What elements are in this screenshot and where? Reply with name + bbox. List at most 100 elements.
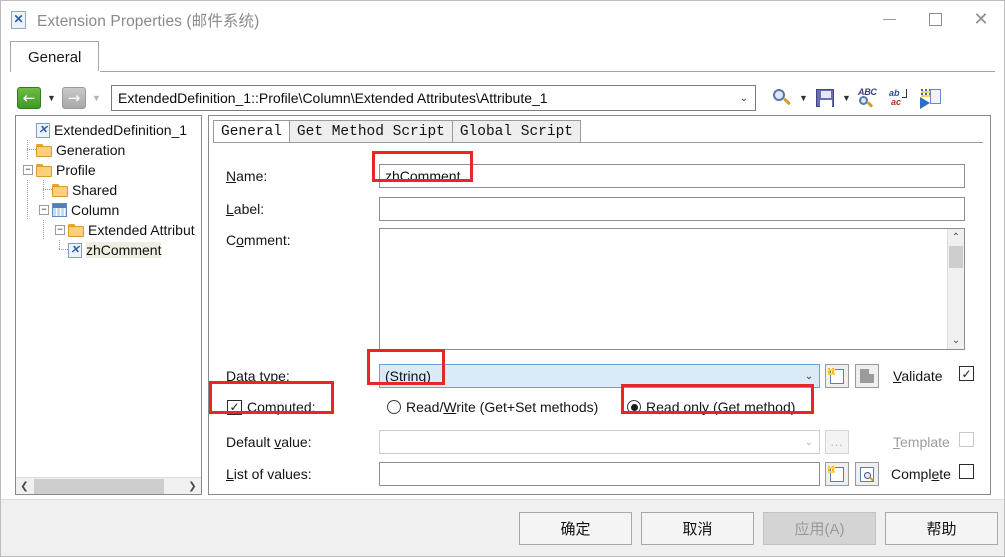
template-label-wrap: Template: [893, 434, 950, 450]
template-label: Template: [893, 434, 950, 450]
expander-extended-attributes[interactable]: −: [52, 220, 68, 240]
tree-node-column[interactable]: − Column: [20, 200, 201, 220]
tree-horizontal-scrollbar[interactable]: ❮ ❯: [16, 477, 201, 494]
scroll-left-icon[interactable]: ❮: [16, 478, 33, 495]
list-of-values-input[interactable]: [379, 462, 820, 486]
read-only-radio[interactable]: [627, 400, 641, 414]
read-write-radio-row[interactable]: Read/Write (Get+Set methods): [387, 399, 598, 415]
tree-node-generation[interactable]: Generation: [20, 140, 201, 160]
data-type-combobox[interactable]: (String) ⌄: [379, 364, 820, 388]
expander-column[interactable]: −: [36, 200, 52, 220]
window-controls: ✕: [866, 1, 1004, 38]
name-label-wrap: Name:: [226, 168, 267, 184]
tab-general-inner[interactable]: General: [213, 120, 290, 143]
ok-button[interactable]: 确定: [519, 512, 632, 545]
name-input[interactable]: zhComment: [379, 164, 965, 188]
comment-label-wrap: Comment:: [226, 232, 291, 248]
forward-arrow-icon: →: [62, 87, 86, 109]
tree-node-zhcomment[interactable]: ✕ zhComment: [20, 240, 201, 260]
dialog-button-bar: 确定 取消 应用(A) 帮助: [1, 499, 1004, 556]
tree-node-label: zhComment: [86, 242, 162, 258]
object-select-icon: [860, 369, 874, 383]
folder-icon: [68, 223, 84, 237]
table-icon: [52, 203, 67, 217]
read-only-label: Read only (Get method): [646, 399, 796, 415]
list-of-values-preview-button[interactable]: [855, 462, 879, 486]
read-only-radio-row[interactable]: Read only (Get method): [627, 399, 795, 415]
chevron-down-icon[interactable]: ⌄: [799, 371, 819, 382]
back-arrow-icon: ←: [17, 87, 41, 109]
validate-label-wrap: Validate: [893, 368, 943, 384]
save-caret-icon[interactable]: ▼: [839, 85, 854, 111]
folder-icon: [52, 183, 68, 197]
help-button[interactable]: 帮助: [885, 512, 998, 545]
cancel-button[interactable]: 取消: [641, 512, 754, 545]
extension-document-icon: ✕: [68, 242, 82, 258]
forward-button[interactable]: →: [60, 85, 88, 111]
find-button[interactable]: [768, 85, 796, 111]
chevron-down-icon[interactable]: ⌄: [735, 93, 753, 104]
default-value-combobox[interactable]: ⌄: [379, 430, 820, 454]
data-type-value: (String): [385, 368, 431, 384]
tree-node-shared[interactable]: Shared: [20, 180, 201, 200]
close-button[interactable]: ✕: [958, 1, 1004, 38]
label-input[interactable]: [379, 197, 965, 221]
scrollbar-thumb[interactable]: [34, 478, 164, 494]
comment-textarea[interactable]: ⌃ ⌄: [379, 228, 965, 350]
list-of-values-label-wrap: List of values:: [226, 466, 312, 482]
data-type-new-button[interactable]: [825, 364, 849, 388]
label-label-wrap: Label:: [226, 201, 264, 217]
export-button[interactable]: [916, 85, 946, 111]
default-value-browse-button[interactable]: ...: [825, 430, 849, 454]
tree-node-extendeddefinition[interactable]: ✕ ExtendedDefinition_1: [20, 120, 201, 140]
comment-value[interactable]: [380, 229, 947, 349]
maximize-button[interactable]: [912, 1, 958, 38]
tab-global-script[interactable]: Global Script: [451, 120, 581, 143]
validate-checkbox[interactable]: ✓: [959, 366, 974, 381]
tree-node-profile[interactable]: − Profile: [20, 160, 201, 180]
find-caret-icon[interactable]: ▼: [796, 85, 811, 111]
inner-tab-strip: General Get Method Script Global Script: [213, 120, 581, 143]
comment-vertical-scrollbar[interactable]: ⌃ ⌄: [947, 229, 964, 349]
replace-button[interactable]: ab ac: [882, 85, 916, 111]
list-of-values-new-button[interactable]: [825, 462, 849, 486]
scroll-down-icon[interactable]: ⌄: [948, 332, 964, 349]
tab-get-method-script[interactable]: Get Method Script: [288, 120, 453, 143]
expander-profile[interactable]: −: [20, 160, 36, 180]
tab-general[interactable]: General: [10, 41, 100, 72]
scroll-up-icon[interactable]: ⌃: [948, 229, 964, 246]
apply-button: 应用(A): [763, 512, 876, 545]
object-tree: ✕ ExtendedDefinition_1 Generation − Prof…: [16, 116, 201, 477]
tree-node-label: Generation: [56, 142, 126, 158]
computed-label: Computed:: [247, 399, 316, 415]
forward-history-caret-icon[interactable]: ▼: [88, 86, 105, 110]
toolbar: ▼ ▼ ABC ab ac: [768, 85, 946, 111]
label-label: Label:: [226, 201, 265, 217]
default-value-label-wrap: Default value:: [226, 434, 312, 450]
spell-check-button[interactable]: ABC: [854, 85, 882, 111]
back-history-caret-icon[interactable]: ▼: [43, 86, 60, 110]
tree-node-extended-attributes[interactable]: − Extended Attribut: [20, 220, 201, 240]
minimize-button[interactable]: [866, 1, 912, 38]
data-type-select-button[interactable]: [855, 364, 879, 388]
computed-checkbox[interactable]: ✓: [227, 399, 242, 415]
tree-node-label: Extended Attribut: [88, 222, 195, 238]
tree-node-label: Profile: [56, 162, 96, 178]
extension-properties-window: ✕ Extension Properties (邮件系统) ✕ General …: [0, 0, 1005, 557]
path-combobox[interactable]: ExtendedDefinition_1::Profile\Column\Ext…: [111, 85, 756, 111]
extension-document-icon: ✕: [36, 122, 50, 138]
spell-check-icon: ABC: [857, 87, 879, 108]
save-button[interactable]: [811, 85, 839, 111]
window-title: Extension Properties (邮件系统): [37, 12, 260, 30]
data-type-label-wrap: Data type:: [226, 368, 290, 384]
object-tree-panel[interactable]: ✕ ExtendedDefinition_1 Generation − Prof…: [15, 115, 202, 495]
chevron-down-icon[interactable]: ⌄: [799, 437, 819, 448]
template-checkbox[interactable]: [959, 432, 974, 447]
read-write-radio[interactable]: [387, 400, 401, 414]
scrollbar-thumb[interactable]: [949, 246, 963, 268]
preview-icon: [860, 466, 874, 482]
tree-node-label: Shared: [72, 182, 118, 198]
back-button[interactable]: ←: [15, 85, 43, 111]
scroll-right-icon[interactable]: ❯: [184, 478, 201, 495]
complete-checkbox[interactable]: [959, 464, 974, 479]
